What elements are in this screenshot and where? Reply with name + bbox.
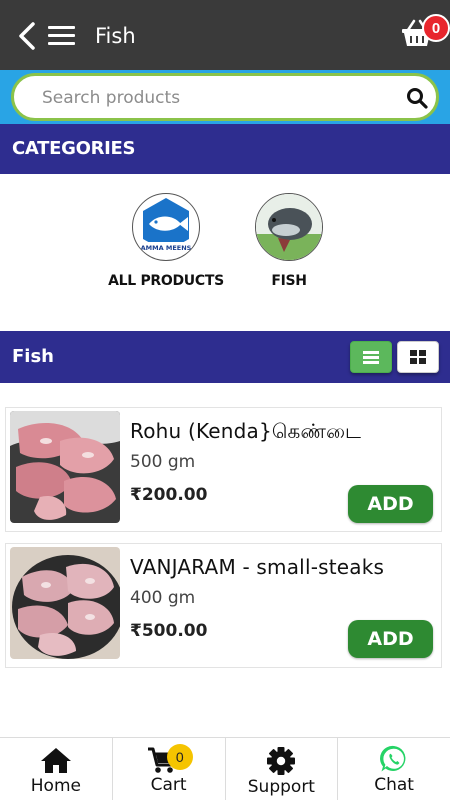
fish-photo-icon (256, 194, 322, 260)
search-input[interactable] (42, 86, 382, 110)
nav-home-label: Home (30, 776, 81, 796)
whatsapp-icon (380, 745, 406, 772)
nav-cart-badge: 0 (166, 744, 193, 770)
menu-icon (48, 26, 75, 29)
page-title: Fish (95, 24, 136, 48)
add-to-cart-button[interactable]: ADD (348, 620, 433, 658)
home-icon (40, 748, 71, 773)
product-quantity: 500 gm (130, 452, 196, 472)
fish-logo-icon: AMMA MEENS (139, 198, 193, 252)
categories-heading: CATEGORIES (12, 138, 136, 159)
chevron-left-icon (19, 22, 35, 50)
product-image (10, 547, 120, 659)
category-logo-text: AMMA MEENS (141, 244, 192, 252)
app-header: Fish 0 (0, 0, 450, 70)
product-price: ₹200.00 (130, 485, 208, 505)
product-price: ₹500.00 (130, 621, 208, 641)
nav-chat-label: Chat (374, 775, 414, 795)
product-name: VANJARAM - small-steaks (130, 555, 385, 579)
fish-steak-image (10, 547, 120, 659)
list-view-button[interactable] (350, 341, 392, 373)
grid-view-icon (410, 350, 426, 364)
search-box (11, 73, 439, 121)
category-label: ALL PRODUCTS (108, 273, 224, 289)
category-fish[interactable]: FISH (224, 193, 354, 289)
search-icon[interactable] (406, 87, 428, 109)
cart-count-badge: 0 (422, 14, 450, 42)
add-to-cart-button[interactable]: ADD (348, 485, 433, 523)
product-quantity: 400 gm (130, 588, 196, 608)
nav-cart-label: Cart (150, 775, 187, 795)
nav-home[interactable]: Home (0, 738, 113, 800)
category-fish-image (255, 193, 323, 261)
categories-header: CATEGORIES (0, 124, 450, 174)
list-view-icon (363, 350, 379, 364)
grid-view-button[interactable] (397, 341, 439, 373)
product-image (10, 411, 120, 523)
product-card[interactable]: VANJARAM - small-steaks 400 gm ₹500.00 A… (5, 543, 442, 668)
back-button[interactable] (14, 21, 40, 51)
nav-cart[interactable]: 0 Cart (113, 738, 226, 800)
menu-button[interactable] (48, 24, 76, 48)
category-all-products[interactable]: AMMA MEENS ALL PRODUCTS (101, 193, 231, 289)
product-name: Rohu (Kenda}கெண்டை (130, 419, 362, 443)
category-label: FISH (271, 273, 307, 289)
nav-support[interactable]: Support (226, 738, 339, 800)
bottom-navigation: Home 0 Cart Support Chat (0, 737, 450, 800)
nav-support-label: Support (247, 777, 315, 797)
product-section-heading: Fish (12, 346, 54, 367)
gear-icon (267, 747, 296, 775)
category-all-products-image: AMMA MEENS (132, 193, 200, 261)
fish-steak-image (10, 411, 120, 523)
nav-chat[interactable]: Chat (338, 738, 450, 800)
product-card[interactable]: Rohu (Kenda}கெண்டை 500 gm ₹200.00 ADD (5, 407, 442, 532)
